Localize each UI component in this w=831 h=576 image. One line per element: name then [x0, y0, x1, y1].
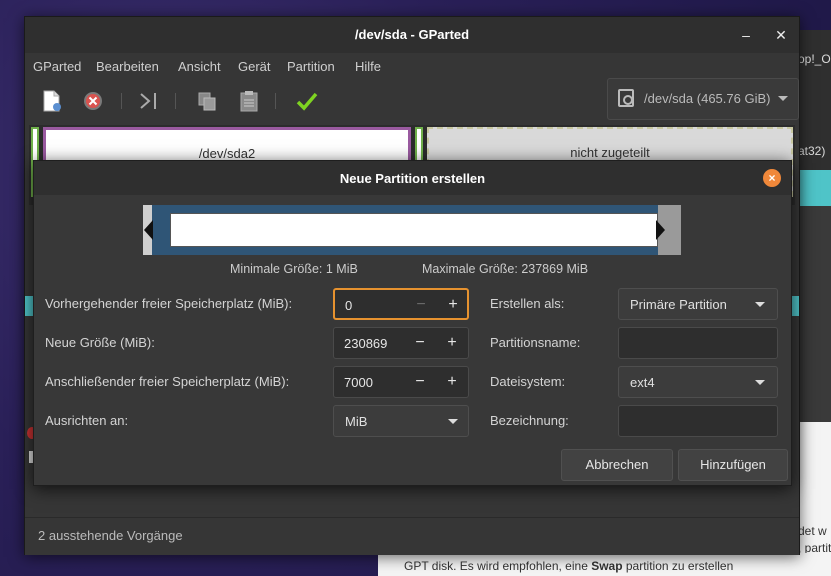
menu-gparted[interactable]: GParted: [33, 59, 81, 74]
new-size-value[interactable]: 230869: [344, 336, 387, 351]
background-info-panel: GPT disk. Es wird empfohlen, eine Swap p…: [378, 553, 831, 576]
slider-right-handle-icon[interactable]: [656, 220, 665, 240]
background-title-fragment: op!_O: [798, 52, 831, 66]
background-text-fragment: det w: [798, 524, 827, 538]
free-before-decrement-button[interactable]: −: [411, 294, 431, 316]
chevron-down-icon: [755, 302, 765, 307]
label-field-label: Bezeichnung:: [490, 413, 569, 428]
filesystem-value: ext4: [630, 375, 655, 390]
new-size-increment-button[interactable]: +: [442, 332, 462, 354]
paste-icon[interactable]: [237, 89, 261, 113]
statusbar: 2 ausstehende Vorgänge: [25, 517, 799, 555]
list-row-highlight: [791, 296, 799, 316]
cancel-button[interactable]: Abbrechen: [561, 449, 673, 481]
align-dropdown[interactable]: MiB: [333, 405, 469, 437]
toolbar-separator: [275, 93, 276, 109]
free-before-label: Vorhergehender freier Speicherplatz (MiB…: [45, 296, 293, 311]
window-title: /dev/sda - GParted: [354, 27, 470, 42]
free-after-decrement-button[interactable]: −: [410, 371, 430, 393]
partition-unallocated-label: nicht zugeteilt: [570, 145, 650, 160]
minimize-button[interactable]: –: [737, 26, 755, 44]
partition-name-input[interactable]: [618, 327, 778, 359]
free-after-label: Anschließender freier Speicherplatz (MiB…: [45, 374, 290, 389]
partition-size-slider[interactable]: [143, 205, 681, 255]
filesystem-dropdown[interactable]: ext4: [618, 366, 778, 398]
dialog-title: Neue Partition erstellen: [339, 171, 486, 186]
menu-hilfe[interactable]: Hilfe: [355, 59, 381, 74]
label-input[interactable]: [618, 405, 778, 437]
partition-name-label: Partitionsname:: [490, 335, 581, 350]
slider-left-handle-icon[interactable]: [144, 220, 153, 240]
window-titlebar: /dev/sda - GParted – ✕: [25, 17, 799, 53]
size-slider-fill: [170, 213, 658, 247]
dialog-titlebar: Neue Partition erstellen ×: [34, 161, 791, 195]
chevron-down-icon: [448, 419, 458, 424]
free-before-increment-button[interactable]: +: [443, 294, 463, 316]
free-after-spinbox[interactable]: 7000 − +: [333, 366, 469, 398]
filesystem-label: Dateisystem:: [490, 374, 566, 389]
menu-bearbeiten[interactable]: Bearbeiten: [96, 59, 159, 74]
min-size-label: Minimale Größe: 1 MiB: [230, 262, 358, 276]
disk-icon: [618, 89, 634, 107]
align-label: Ausrichten an:: [45, 413, 129, 428]
menu-partition[interactable]: Partition: [287, 59, 335, 74]
toolbar-separator: [175, 93, 176, 109]
create-as-dropdown[interactable]: Primäre Partition: [618, 288, 778, 320]
background-text-fragment: at32): [798, 144, 826, 158]
free-after-value[interactable]: 7000: [344, 375, 373, 390]
free-after-increment-button[interactable]: +: [442, 371, 462, 393]
create-as-label: Erstellen als:: [490, 296, 565, 311]
toolbar-separator: [121, 93, 122, 109]
size-slider-range: [152, 205, 658, 255]
background-teal-bar: [798, 170, 831, 206]
free-before-spinbox[interactable]: 0 − +: [333, 288, 469, 320]
menu-geraet[interactable]: Gerät: [238, 59, 271, 74]
new-partition-dialog: Neue Partition erstellen × Minimale Größ…: [33, 160, 792, 486]
device-selector-label: /dev/sda (465.76 GiB): [644, 91, 771, 106]
create-as-value: Primäre Partition: [630, 297, 727, 312]
partition-sda2-label: /dev/sda2: [198, 146, 256, 161]
copy-icon[interactable]: [195, 89, 219, 113]
free-before-value[interactable]: 0: [345, 298, 352, 313]
menu-ansicht[interactable]: Ansicht: [178, 59, 221, 74]
pending-operations-text: 2 ausstehende Vorgänge: [38, 528, 183, 543]
background-panel: [798, 206, 831, 422]
menubar: GParted Bearbeiten Ansicht Gerät Partiti…: [25, 53, 799, 79]
delete-icon[interactable]: [81, 89, 105, 113]
chevron-down-icon: [755, 380, 765, 385]
new-partition-icon[interactable]: [39, 89, 63, 113]
device-selector[interactable]: /dev/sda (465.76 GiB): [607, 78, 799, 120]
new-size-spinbox[interactable]: 230869 − +: [333, 327, 469, 359]
max-size-label: Maximale Größe: 237869 MiB: [422, 262, 589, 276]
background-info-text: GPT disk. Es wird empfohlen, eine Swap p…: [404, 559, 734, 573]
dialog-close-button[interactable]: ×: [763, 169, 781, 187]
close-button[interactable]: ✕: [772, 26, 790, 44]
resize-move-icon[interactable]: [137, 89, 161, 113]
list-row-highlight: [25, 296, 33, 316]
apply-icon[interactable]: [295, 89, 319, 113]
new-size-label: Neue Größe (MiB):: [45, 335, 155, 350]
add-button[interactable]: Hinzufügen: [678, 449, 788, 481]
new-size-decrement-button[interactable]: −: [410, 332, 430, 354]
chevron-down-icon: [778, 96, 788, 101]
align-value: MiB: [345, 414, 368, 429]
